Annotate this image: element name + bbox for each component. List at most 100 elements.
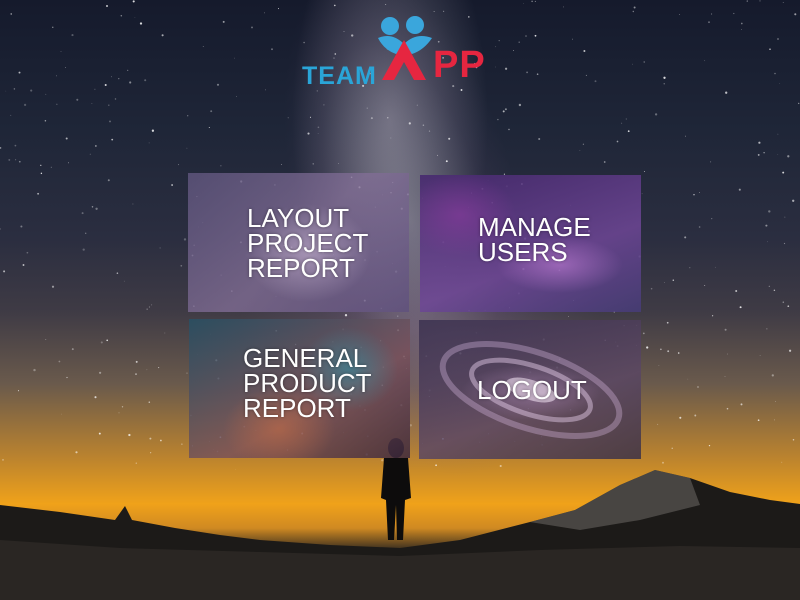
star xyxy=(139,22,143,25)
star xyxy=(563,6,565,8)
star xyxy=(23,103,27,107)
star xyxy=(104,83,107,87)
star xyxy=(309,116,312,118)
star xyxy=(149,437,152,440)
star xyxy=(10,114,12,116)
star xyxy=(579,150,581,151)
star xyxy=(759,355,761,356)
star xyxy=(40,164,42,166)
star xyxy=(621,122,623,124)
star xyxy=(40,172,43,175)
star xyxy=(338,163,339,164)
star xyxy=(18,71,21,74)
star xyxy=(704,60,706,62)
star xyxy=(107,179,110,182)
star xyxy=(98,432,101,435)
star xyxy=(8,158,11,161)
star xyxy=(118,78,120,80)
star xyxy=(445,160,448,163)
star xyxy=(37,192,40,195)
star xyxy=(17,390,20,392)
star xyxy=(397,315,399,317)
star xyxy=(3,270,6,273)
star xyxy=(251,26,253,29)
star xyxy=(672,279,675,281)
star xyxy=(773,419,776,421)
star xyxy=(64,67,66,69)
star xyxy=(654,113,658,116)
star xyxy=(677,352,680,354)
star xyxy=(312,163,314,165)
logo-text-team: TEAM xyxy=(302,62,377,90)
star xyxy=(56,75,57,77)
star xyxy=(711,13,713,15)
manage-users-button[interactable]: MANAGE USERS xyxy=(420,175,641,312)
general-product-report-button[interactable]: GENERAL PRODUCT REPORT xyxy=(189,319,410,458)
star xyxy=(769,48,771,51)
star xyxy=(187,115,189,117)
star xyxy=(504,108,507,111)
star xyxy=(66,376,68,379)
star xyxy=(422,124,425,126)
star xyxy=(773,289,776,292)
star xyxy=(94,396,97,399)
star xyxy=(0,146,2,149)
star xyxy=(134,17,136,18)
star xyxy=(50,166,52,168)
star xyxy=(71,348,74,351)
star xyxy=(698,192,700,193)
star xyxy=(724,328,727,331)
star xyxy=(91,206,94,208)
star xyxy=(782,171,785,174)
star xyxy=(693,194,695,196)
logout-button[interactable]: LOGOUT xyxy=(419,320,641,459)
logo-text-pp: PP xyxy=(433,44,486,86)
star xyxy=(650,287,653,290)
star xyxy=(106,339,109,342)
star xyxy=(710,161,712,163)
star xyxy=(111,138,114,141)
star xyxy=(781,461,783,463)
star xyxy=(13,88,16,90)
star xyxy=(65,137,68,140)
star xyxy=(151,129,155,132)
star xyxy=(763,152,765,154)
star xyxy=(689,267,691,269)
star xyxy=(135,360,138,363)
star xyxy=(0,228,1,230)
star xyxy=(76,98,79,101)
star xyxy=(798,102,800,105)
layout-project-report-button[interactable]: LAYOUT PROJECT REPORT xyxy=(188,173,409,312)
star xyxy=(271,48,273,51)
star xyxy=(774,72,776,75)
star xyxy=(235,468,236,470)
star xyxy=(233,57,235,59)
tile-label: LOGOUT xyxy=(477,375,587,405)
star xyxy=(765,224,768,227)
star xyxy=(277,8,280,10)
star xyxy=(94,88,96,90)
star xyxy=(792,199,795,202)
star xyxy=(95,207,98,210)
star xyxy=(210,110,213,113)
star xyxy=(708,21,710,24)
star xyxy=(15,159,17,161)
star xyxy=(776,37,780,41)
star xyxy=(633,6,636,9)
star xyxy=(525,35,527,37)
star xyxy=(148,401,151,403)
star xyxy=(687,378,689,380)
star xyxy=(603,161,606,163)
star xyxy=(698,226,701,228)
star xyxy=(171,184,174,186)
star xyxy=(684,236,687,239)
star xyxy=(95,145,97,147)
star xyxy=(148,306,150,308)
star xyxy=(89,153,91,155)
star xyxy=(51,285,55,288)
star xyxy=(582,143,585,145)
star xyxy=(5,90,7,92)
star xyxy=(146,369,148,371)
star xyxy=(667,350,670,353)
star xyxy=(202,46,204,47)
